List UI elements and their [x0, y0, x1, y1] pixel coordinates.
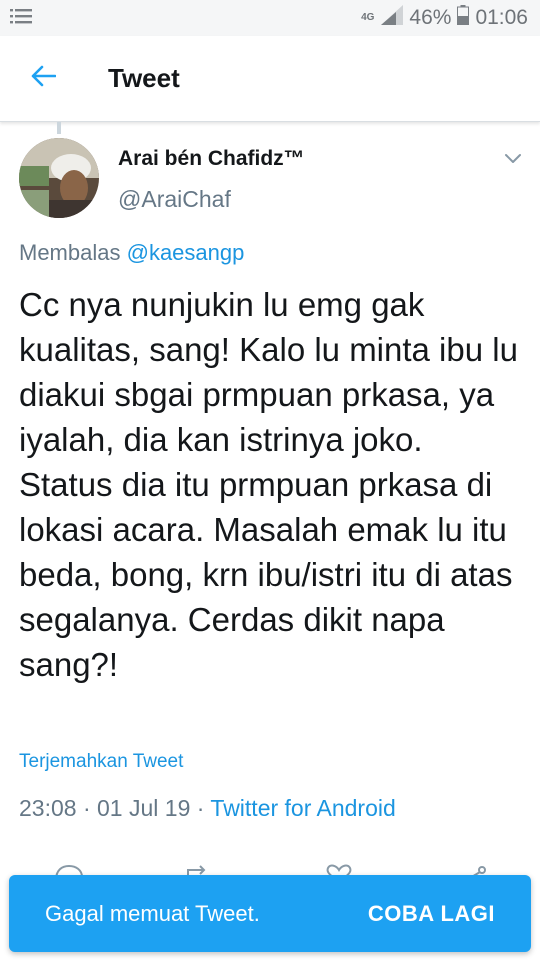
status-bar-left [10, 7, 32, 30]
meta-separator: · [82, 795, 91, 821]
app-bar: Tweet [0, 36, 540, 122]
tweet-source-link[interactable]: Twitter for Android [210, 795, 395, 821]
reply-prefix: Membalas [19, 240, 121, 265]
status-bar-right: 4G 46% 01:06 [361, 5, 528, 31]
signal-icon [381, 5, 404, 31]
author-display-name[interactable]: Arai bén Chafidz™ [118, 147, 305, 171]
reply-mention-link[interactable]: @kaesangp [127, 240, 245, 265]
chevron-down-icon [504, 152, 522, 170]
battery-percentage: 46% [409, 6, 452, 29]
retry-button[interactable]: COBA LAGI [368, 901, 495, 927]
translate-tweet-link[interactable]: Terjemahkan Tweet [19, 751, 183, 773]
tweet-options-button[interactable] [500, 148, 526, 174]
page-title: Tweet [108, 63, 180, 93]
meta-separator: · [196, 795, 205, 821]
battery-icon [457, 5, 470, 31]
arrow-left-icon [30, 65, 57, 92]
error-snackbar: Gagal memuat Tweet. COBA LAGI [9, 875, 531, 952]
back-button[interactable] [0, 36, 86, 122]
tweet-meta: 23:08 · 01 Jul 19 · Twitter for Android [19, 795, 396, 822]
avatar[interactable] [19, 138, 99, 218]
thread-connector-line [57, 122, 61, 134]
status-bar: 4G 46% 01:06 [0, 0, 540, 36]
clock: 01:06 [475, 6, 528, 29]
notification-list-icon [10, 7, 32, 30]
author-handle[interactable]: @AraiChaf [118, 186, 231, 213]
network-type-label: 4G [361, 12, 375, 23]
reply-context: Membalas @kaesangp [19, 240, 244, 266]
tweet-time: 23:08 [19, 795, 77, 821]
tweet-date: 01 Jul 19 [97, 795, 191, 821]
tweet-text: Cc nya nunjukin lu emg gak kualitas, san… [19, 286, 518, 683]
snackbar-message: Gagal memuat Tweet. [45, 900, 260, 926]
